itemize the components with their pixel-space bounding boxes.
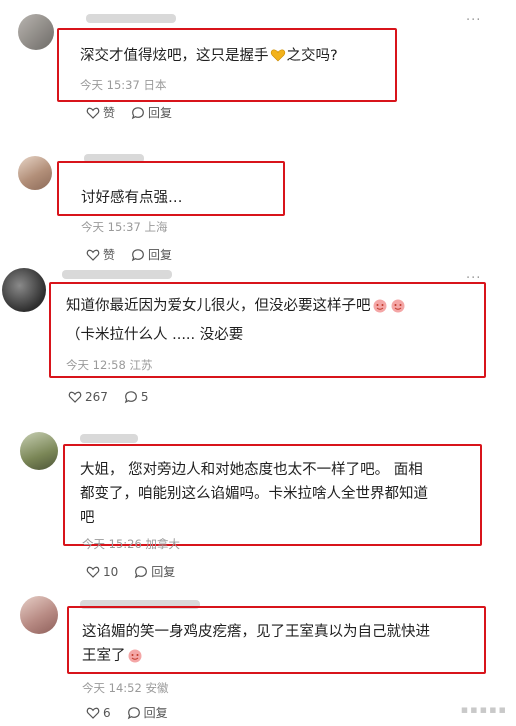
location: 上海: [144, 220, 168, 234]
smiling-face-icon: [372, 297, 388, 313]
location: 安徽: [145, 681, 169, 695]
avatar[interactable]: [18, 14, 54, 50]
username-blurred[interactable]: [80, 434, 138, 443]
reply-button[interactable]: 回复: [127, 706, 168, 720]
heart-outline-icon: [86, 565, 100, 579]
comment-bubble-icon: [134, 565, 148, 579]
like-button[interactable]: 267: [68, 390, 108, 404]
comment-meta: 今天 12:58 江苏: [66, 358, 152, 372]
smiling-face-icon: [127, 647, 143, 663]
reply-button[interactable]: 5: [124, 390, 149, 404]
username-blurred[interactable]: [62, 270, 172, 279]
comment-meta: 今天 14:52 安徽: [82, 681, 168, 695]
comment-bubble-icon: [124, 390, 138, 404]
comment-meta: 今天 15:37 上海: [81, 220, 167, 234]
yellow-heart-icon: [270, 47, 286, 63]
comment-4: 大姐， 您对旁边人和对她态度也太不一样了吧。 面相 都变了，咱能别这么谄媚吗。卡…: [0, 422, 516, 588]
timestamp: 今天 15:37: [81, 220, 141, 234]
comment-meta: 今天 15:26 加拿大: [82, 537, 180, 551]
more-options-icon[interactable]: ···: [466, 14, 481, 27]
comment-text-line-1: 大姐， 您对旁边人和对她态度也太不一样了吧。 面相: [80, 462, 423, 478]
timestamp: 今天 14:52: [82, 681, 142, 695]
smiling-face-icon: [390, 297, 406, 313]
comment-text-line-1: 这谄媚的笑一身鸡皮疙瘩，见了王室真以为自己就快进: [82, 624, 430, 640]
username-blurred[interactable]: [86, 14, 176, 23]
heart-outline-icon: [68, 390, 82, 404]
comment-2: 讨好感有点强… 今天 15:37 上海 赞 回复: [0, 140, 516, 272]
like-button[interactable]: 10: [86, 565, 118, 579]
comment-text-line-2: 王室了: [82, 644, 144, 668]
comment-text-line-2: 都变了，咱能别这么谄媚吗。卡米拉啥人全世界都知道: [80, 486, 428, 502]
reply-button[interactable]: 回复: [131, 248, 172, 262]
heart-outline-icon: [86, 706, 100, 720]
timestamp: 今天 15:26: [82, 537, 142, 551]
timestamp: 今天 15:37: [80, 78, 140, 92]
comment-3: ··· 知道你最近因为爱女儿很火，但没必要这样子吧 （卡米拉什么人 ..... …: [0, 262, 516, 412]
timestamp: 今天 12:58: [66, 358, 126, 372]
comment-actions: 6 回复: [86, 706, 168, 720]
heart-outline-icon: [86, 106, 100, 120]
reply-button[interactable]: 回复: [134, 565, 175, 579]
comment-text: 讨好感有点强…: [81, 190, 183, 206]
comment-text-line-3: 吧: [80, 510, 95, 526]
reply-button[interactable]: 回复: [131, 106, 172, 120]
comment-text: 深交才值得炫吧，这只是握手 之交吗?: [80, 47, 338, 64]
like-button[interactable]: 赞: [86, 248, 115, 262]
watermark: ▪▪▪▪▪: [460, 703, 508, 716]
location: 加拿大: [145, 537, 180, 551]
comment-actions: 赞 回复: [86, 248, 172, 262]
comment-1: ··· 深交才值得炫吧，这只是握手 之交吗? 今天 15:37 日本 赞 回复: [0, 0, 516, 132]
heart-outline-icon: [86, 248, 100, 262]
comment-text-line-1: 知道你最近因为爱女儿很火，但没必要这样子吧: [66, 294, 407, 318]
like-button[interactable]: 赞: [86, 106, 115, 120]
comment-actions: 10 回复: [86, 565, 175, 579]
comment-actions: 赞 回复: [86, 106, 172, 120]
comment-bubble-icon: [131, 106, 145, 120]
location: 江苏: [129, 358, 153, 372]
comment-meta: 今天 15:37 日本: [80, 78, 166, 92]
comment-bubble-icon: [127, 706, 141, 720]
like-button[interactable]: 6: [86, 706, 111, 720]
location: 日本: [143, 78, 167, 92]
avatar[interactable]: [18, 156, 52, 190]
comment-text-line-2: （卡米拉什么人 ..... 没必要: [66, 327, 244, 343]
comment-5: 这谄媚的笑一身鸡皮疙瘩，见了王室真以为自己就快进 王室了 今天 14:52 安徽…: [0, 588, 516, 726]
avatar[interactable]: [20, 432, 58, 470]
avatar[interactable]: [2, 268, 46, 312]
avatar[interactable]: [20, 596, 58, 634]
comment-bubble-icon: [131, 248, 145, 262]
comment-actions: 267 5: [68, 390, 149, 404]
